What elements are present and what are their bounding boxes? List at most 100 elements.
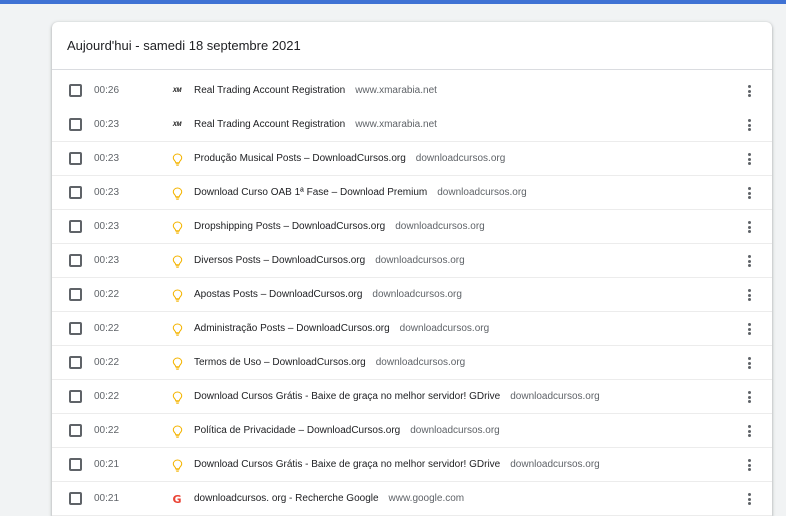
entry-title[interactable]: Política de Privacidade – DownloadCursos… [194,425,400,436]
more-actions-icon[interactable] [744,390,754,404]
top-accent-bar [0,0,786,4]
entry-title[interactable]: downloadcursos. org - Recherche Google [194,493,379,504]
more-actions-icon[interactable] [744,356,754,370]
history-entry[interactable]: Download Cursos Grátis - Baixe de graça … [194,380,600,414]
entry-title[interactable]: Download Cursos Grátis - Baixe de graça … [194,459,500,470]
entry-title[interactable]: Apostas Posts – DownloadCursos.org [194,289,362,300]
history-entry[interactable]: Real Trading Account Registration www.xma… [194,74,437,108]
history-row[interactable]: 00:22 Termos de Uso – DownloadCursos.org… [52,346,772,380]
history-entry[interactable]: Download Curso OAB 1ª Fase – Download Pr… [194,176,527,210]
visit-time: 00:23 [94,187,120,198]
visit-time: 00:23 [94,221,120,232]
lightbulb-icon [170,356,184,370]
history-card: Aujourd'hui - samedi 18 septembre 2021 0… [52,22,772,516]
more-actions-icon[interactable] [744,118,754,132]
row-checkbox[interactable] [69,458,82,471]
history-row[interactable]: 00:22 Download Cursos Grátis - Baixe de … [52,380,772,414]
history-row[interactable]: 00:22 Apostas Posts – DownloadCursos.org… [52,278,772,312]
history-row[interactable]: 00:23 Produção Musical Posts – DownloadC… [52,142,772,176]
history-row[interactable]: 00:21 G downloadcursos. org - Recherche … [52,482,772,516]
more-actions-icon[interactable] [744,322,754,336]
visit-time: 00:26 [94,85,120,96]
lightbulb-icon [170,390,184,404]
row-checkbox[interactable] [69,322,82,335]
visit-time: 00:22 [94,289,120,300]
row-checkbox[interactable] [69,288,82,301]
row-checkbox[interactable] [69,186,82,199]
entry-domain: downloadcursos.org [399,323,490,334]
more-actions-icon[interactable] [744,492,754,506]
history-row[interactable]: 00:23 XM Real Trading Account Registrati… [52,108,772,142]
entry-title[interactable]: Termos de Uso – DownloadCursos.org [194,357,366,368]
row-checkbox[interactable] [69,390,82,403]
entry-domain: downloadcursos.org [510,459,600,470]
row-checkbox[interactable] [69,152,82,165]
row-checkbox[interactable] [69,254,82,267]
visit-time: 00:23 [94,119,120,130]
history-entry[interactable]: Produção Musical Posts – DownloadCursos.… [194,142,505,176]
visit-time: 00:23 [94,255,120,266]
entry-domain: downloadcursos.org [415,153,506,164]
entry-title[interactable]: Diversos Posts – DownloadCursos.org [194,255,365,266]
history-row[interactable]: 00:23 Dropshipping Posts – DownloadCurso… [52,210,772,244]
entry-domain: downloadcursos.org [375,255,465,266]
history-entry[interactable]: Termos de Uso – DownloadCursos.org downlo… [194,346,465,380]
more-actions-icon[interactable] [744,254,754,268]
history-entry[interactable]: downloadcursos. org - Recherche Google ww… [194,482,464,516]
entry-domain: www.xmarabia.net [355,85,437,96]
history-entry[interactable]: Download Cursos Grátis - Baixe de graça … [194,448,600,482]
xm-icon: XM [172,122,182,128]
row-checkbox[interactable] [69,84,82,97]
history-row[interactable]: 00:22 Política de Privacidade – Download… [52,414,772,448]
row-checkbox[interactable] [69,492,82,505]
lightbulb-icon [170,424,184,438]
history-row[interactable]: 00:26 XM Real Trading Account Registrati… [52,74,772,108]
history-entry[interactable]: Real Trading Account Registration www.xma… [194,108,437,142]
history-list: 00:26 XM Real Trading Account Registrati… [52,70,772,516]
entry-domain: downloadcursos.org [375,357,466,368]
entry-domain: downloadcursos.org [410,425,500,436]
row-checkbox[interactable] [69,220,82,233]
entry-domain: www.google.com [388,493,465,504]
row-checkbox[interactable] [69,118,82,131]
lightbulb-icon [170,458,184,472]
history-entry[interactable]: Dropshipping Posts – DownloadCursos.org d… [194,210,485,244]
more-actions-icon[interactable] [744,288,754,302]
history-row[interactable]: 00:21 Download Cursos Grátis - Baixe de … [52,448,772,482]
entry-title[interactable]: Real Trading Account Registration [194,85,345,96]
history-row[interactable]: 00:23 Diversos Posts – DownloadCursos.or… [52,244,772,278]
visit-time: 00:22 [94,425,120,436]
history-date-header: Aujourd'hui - samedi 18 septembre 2021 [52,22,772,70]
entry-domain: www.xmarabia.net [355,119,437,130]
entry-title[interactable]: Real Trading Account Registration [194,119,345,130]
history-entry[interactable]: Apostas Posts – DownloadCursos.org downlo… [194,278,462,312]
entry-domain: downloadcursos.org [510,391,600,402]
more-actions-icon[interactable] [744,424,754,438]
google-icon: G [172,492,182,506]
entry-title[interactable]: Download Curso OAB 1ª Fase – Download Pr… [194,187,427,198]
entry-title[interactable]: Administração Posts – DownloadCursos.org [194,323,390,334]
visit-time: 00:21 [94,459,120,470]
more-actions-icon[interactable] [744,152,754,166]
row-checkbox[interactable] [69,424,82,437]
entry-domain: downloadcursos.org [372,289,462,300]
lightbulb-icon [170,254,184,268]
history-entry[interactable]: Diversos Posts – DownloadCursos.org downl… [194,244,465,278]
entry-title[interactable]: Dropshipping Posts – DownloadCursos.org [194,221,385,232]
visit-time: 00:22 [94,357,120,368]
date-label: Aujourd'hui - samedi 18 septembre 2021 [67,38,301,53]
history-row[interactable]: 00:22 Administração Posts – DownloadCurs… [52,312,772,346]
lightbulb-icon [170,152,184,166]
more-actions-icon[interactable] [744,186,754,200]
visit-time: 00:22 [94,391,120,402]
history-entry[interactable]: Política de Privacidade – DownloadCursos… [194,414,500,448]
history-entry[interactable]: Administração Posts – DownloadCursos.org… [194,312,489,346]
more-actions-icon[interactable] [744,84,754,98]
row-checkbox[interactable] [69,356,82,369]
entry-domain: downloadcursos.org [437,187,527,198]
more-actions-icon[interactable] [744,220,754,234]
entry-title[interactable]: Download Cursos Grátis - Baixe de graça … [194,391,500,402]
more-actions-icon[interactable] [744,458,754,472]
entry-title[interactable]: Produção Musical Posts – DownloadCursos.… [194,153,406,164]
history-row[interactable]: 00:23 Download Curso OAB 1ª Fase – Downl… [52,176,772,210]
